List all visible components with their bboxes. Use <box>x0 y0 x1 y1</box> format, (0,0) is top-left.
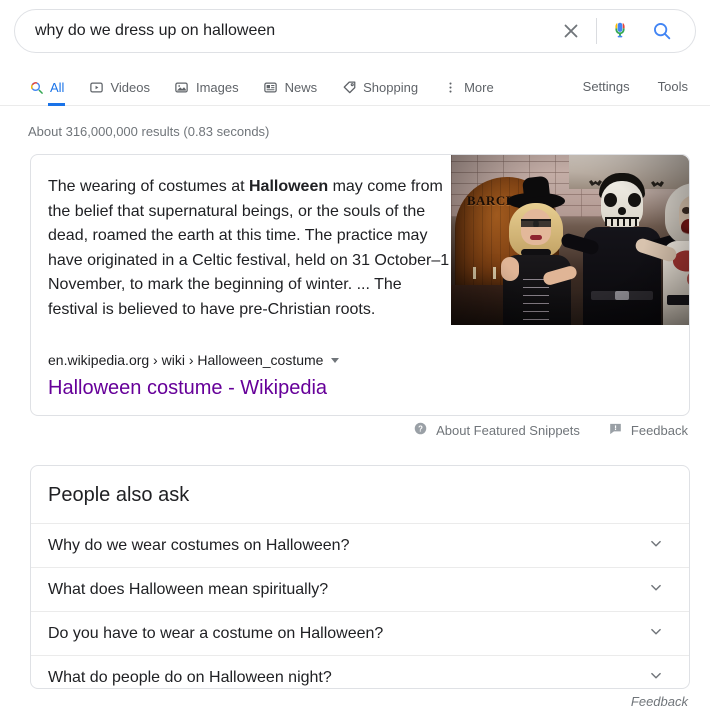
chevron-down-icon[interactable] <box>647 666 665 689</box>
tab-all[interactable]: All <box>28 72 66 106</box>
tab-label: More <box>464 79 494 95</box>
tab-more[interactable]: More <box>442 72 494 103</box>
about-featured-snippets-link[interactable]: ? About Featured Snippets <box>413 421 580 439</box>
question-text: What does Halloween mean spiritually? <box>48 580 329 598</box>
photo-vignette <box>451 155 689 325</box>
settings-button[interactable]: Settings <box>583 79 630 94</box>
video-icon <box>88 80 104 96</box>
google-search-results-page: All Videos Images <box>0 0 710 714</box>
tab-label: News <box>284 79 318 95</box>
featured-snippet-breadcrumb: en.wikipedia.org › wiki › Halloween_cost… <box>48 351 340 369</box>
clear-icon[interactable] <box>554 14 588 48</box>
people-also-ask-item[interactable]: What do people do on Halloween night? <box>31 655 689 699</box>
microphone-icon[interactable] <box>605 14 635 48</box>
featured-snippet-footer: ? About Featured Snippets Feedback <box>413 421 688 439</box>
help-circle-icon: ? <box>413 421 428 439</box>
tab-label: Shopping <box>363 79 419 95</box>
chevron-down-icon[interactable] <box>331 357 340 363</box>
search-nav-tabs: All Videos Images News Shopping More <box>28 72 518 106</box>
nav-right-links: Settings Tools <box>583 79 688 94</box>
search-input[interactable] <box>15 11 554 51</box>
snippet-text-part1: The wearing of costumes at <box>48 178 249 195</box>
featured-snippet-image: BARCRAFT <box>451 155 689 325</box>
people-also-ask-card: People also ask Why do we wear costumes … <box>30 465 690 689</box>
more-vertical-icon <box>442 80 458 96</box>
chevron-down-icon[interactable] <box>647 534 665 557</box>
people-also-ask-item[interactable]: Do you have to wear a costume on Hallowe… <box>31 611 689 655</box>
tab-images[interactable]: Images <box>174 72 239 103</box>
question-text: What do people do on Halloween night? <box>48 668 332 686</box>
people-also-ask-list: Why do we wear costumes on Halloween? Wh… <box>31 523 689 699</box>
chevron-down-icon[interactable] <box>647 622 665 645</box>
question-text: Why do we wear costumes on Halloween? <box>48 536 350 554</box>
tab-videos[interactable]: Videos <box>88 72 150 103</box>
tab-label: Videos <box>110 79 150 95</box>
search-bar[interactable] <box>14 9 696 53</box>
snippet-bold-term: Halloween <box>248 178 329 195</box>
breadcrumb-text: en.wikipedia.org › wiki › Halloween_cost… <box>48 352 324 368</box>
feedback-bubble-icon <box>608 421 623 439</box>
news-icon <box>263 80 279 96</box>
featured-snippet-text: The wearing of costumes at Halloween may… <box>48 175 450 322</box>
snippet-feedback-label: Feedback <box>630 422 688 438</box>
tab-news[interactable]: News <box>263 72 318 103</box>
search-icon <box>28 80 44 96</box>
halloween-costume-photo: BARCRAFT <box>451 155 689 325</box>
people-also-ask-item[interactable]: What does Halloween mean spiritually? <box>31 567 689 611</box>
chevron-down-icon[interactable] <box>647 578 665 601</box>
tab-shopping[interactable]: Shopping <box>341 72 418 103</box>
page-feedback-link[interactable]: Feedback <box>631 694 688 709</box>
image-icon <box>174 80 190 96</box>
svg-text:?: ? <box>418 424 423 433</box>
about-featured-snippets-label: About Featured Snippets <box>436 422 580 438</box>
tab-label: All <box>50 79 65 95</box>
result-stats: About 316,000,000 results (0.83 seconds) <box>28 124 270 139</box>
active-tab-underline <box>48 103 66 106</box>
snippet-feedback-link[interactable]: Feedback <box>608 421 688 439</box>
featured-snippet-title-link[interactable]: Halloween costume - Wikipedia <box>48 375 327 401</box>
tab-label: Images <box>195 79 239 95</box>
tools-button[interactable]: Tools <box>658 79 688 94</box>
people-also-ask-title: People also ask <box>48 484 190 506</box>
snippet-text-part2: may come from the belief that supernatur… <box>48 178 450 318</box>
search-bar-divider <box>596 18 597 44</box>
nav-bottom-border <box>0 105 710 106</box>
tag-icon <box>341 80 357 96</box>
people-also-ask-item[interactable]: Why do we wear costumes on Halloween? <box>31 523 689 567</box>
search-submit-icon[interactable] <box>647 14 677 48</box>
featured-snippet-card: The wearing of costumes at Halloween may… <box>30 154 690 416</box>
question-text: Do you have to wear a costume on Hallowe… <box>48 624 384 642</box>
